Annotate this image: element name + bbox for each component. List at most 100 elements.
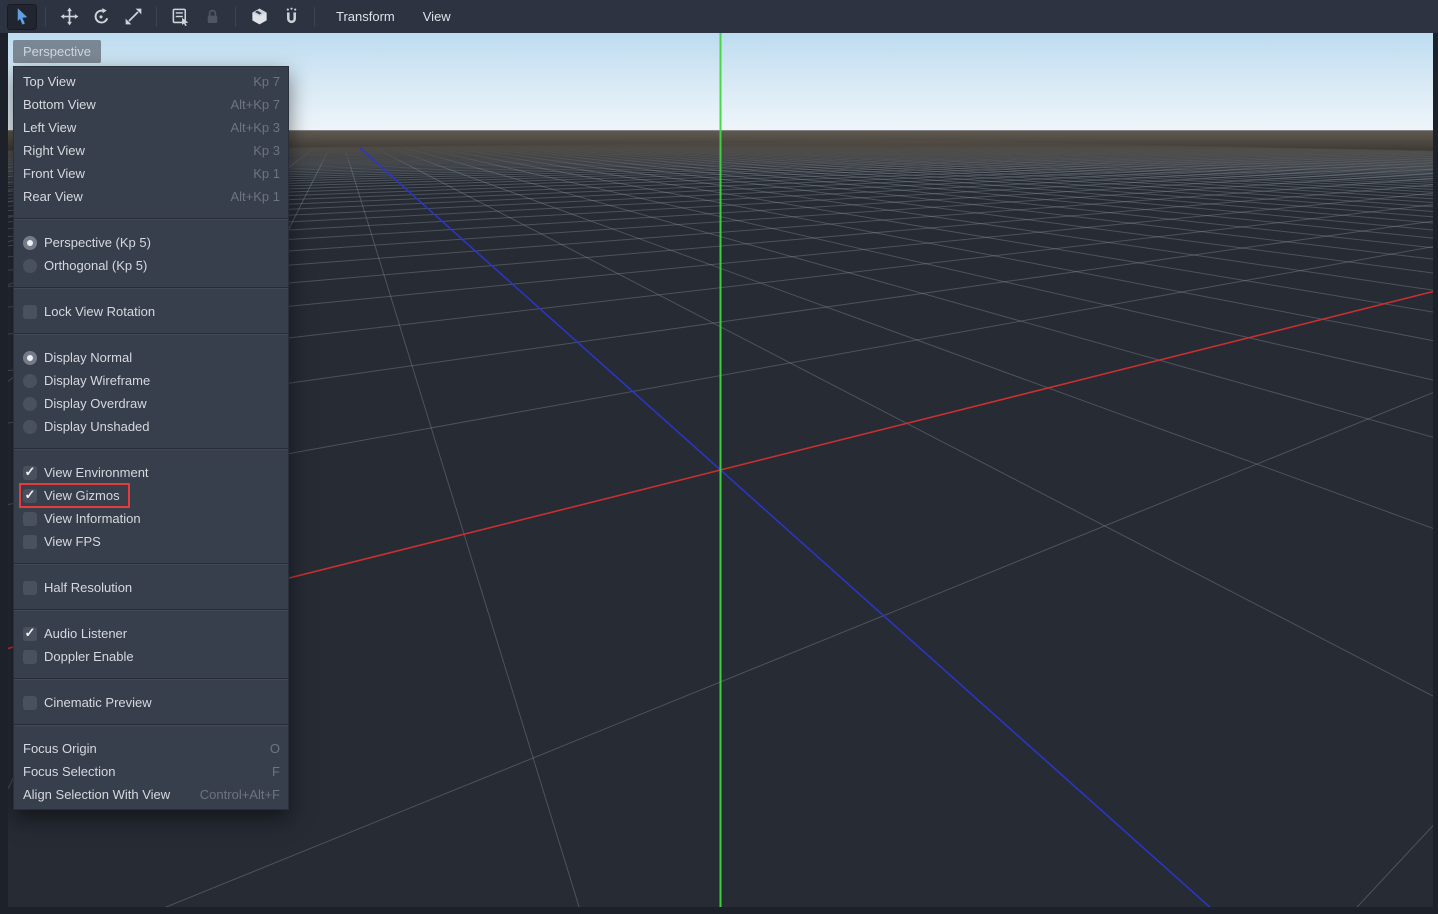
menu-item-label: Left View	[23, 120, 76, 135]
menu-item-shortcut: Control+Alt+F	[190, 787, 280, 802]
checkbox-icon	[23, 305, 37, 319]
checkbox-icon	[23, 489, 37, 503]
radio-icon	[23, 259, 37, 273]
toolbar-separator	[314, 7, 315, 27]
radio-icon	[23, 420, 37, 434]
move-tool-button[interactable]	[54, 4, 84, 30]
menu-item-shortcut: Alt+Kp 1	[220, 189, 280, 204]
menu-item-label: View FPS	[44, 534, 101, 549]
checkbox-icon	[23, 627, 37, 641]
view-mode-button[interactable]: Perspective	[13, 40, 101, 63]
menu-item-shortcut: Alt+Kp 7	[220, 97, 280, 112]
menu-item-cinematic-preview[interactable]: Cinematic Preview	[14, 691, 288, 714]
menu-item-view-gizmos[interactable]: View Gizmos	[14, 484, 288, 507]
menu-separator	[14, 277, 288, 300]
rotate-tool-button[interactable]	[86, 4, 116, 30]
toolbar-separator	[235, 7, 236, 27]
menu-item-label: Top View	[23, 74, 76, 89]
menu-separator	[14, 208, 288, 231]
list-select-tool-button[interactable]	[165, 4, 195, 30]
menu-item-front-view[interactable]: Front View Kp 1	[14, 162, 288, 185]
lock-icon	[203, 7, 222, 26]
menu-item-shortcut: Alt+Kp 3	[220, 120, 280, 135]
menu-separator	[14, 553, 288, 576]
rotate-icon	[92, 7, 111, 26]
menu-item-shortcut: Kp 3	[243, 143, 280, 158]
scale-tool-button[interactable]	[118, 4, 148, 30]
toolbar-separator	[156, 7, 157, 27]
menu-item-orthogonal-kp-5[interactable]: Orthogonal (Kp 5)	[14, 254, 288, 277]
menu-item-label: Audio Listener	[44, 626, 127, 641]
menu-item-shortcut: Kp 1	[243, 166, 280, 181]
lock-selected-button	[197, 4, 227, 30]
menu-item-shortcut: F	[262, 764, 280, 779]
menu-item-label: Right View	[23, 143, 85, 158]
menu-item-label: Lock View Rotation	[44, 304, 155, 319]
menu-item-label: View Environment	[44, 465, 149, 480]
menu-item-display-wireframe[interactable]: Display Wireframe	[14, 369, 288, 392]
menu-item-label: Half Resolution	[44, 580, 132, 595]
view-dropdown-menu: Top View Kp 7 Bottom View Alt+Kp 7 Left View…	[13, 66, 289, 810]
checkbox-icon	[23, 696, 37, 710]
menu-item-view-environment[interactable]: View Environment	[14, 461, 288, 484]
menu-item-label: Rear View	[23, 189, 83, 204]
radio-icon	[23, 351, 37, 365]
menu-item-shortcut: O	[260, 741, 280, 756]
menu-item-display-unshaded[interactable]: Display Unshaded	[14, 415, 288, 438]
menu-item-perspective-kp-5[interactable]: Perspective (Kp 5)	[14, 231, 288, 254]
checkbox-icon	[23, 650, 37, 664]
menu-item-lock-view-rotation[interactable]: Lock View Rotation	[14, 300, 288, 323]
select-tool-button[interactable]	[7, 4, 37, 30]
menu-item-align-selection-with-view[interactable]: Align Selection With View Control+Alt+F	[14, 783, 288, 806]
cursor-icon	[13, 7, 32, 26]
move-icon	[60, 7, 79, 26]
menu-item-label: Front View	[23, 166, 85, 181]
menu-item-rear-view[interactable]: Rear View Alt+Kp 1	[14, 185, 288, 208]
view-menu-button[interactable]: View	[409, 4, 465, 30]
main-toolbar: Transform View	[0, 0, 1438, 33]
menu-item-display-normal[interactable]: Display Normal	[14, 346, 288, 369]
menu-item-right-view[interactable]: Right View Kp 3	[14, 139, 288, 162]
menu-item-left-view[interactable]: Left View Alt+Kp 3	[14, 116, 288, 139]
menu-separator	[14, 668, 288, 691]
viewport-3d[interactable]: Perspective Top View Kp 7 Bottom View Alt+K…	[8, 33, 1433, 907]
menu-item-label: Cinematic Preview	[44, 695, 152, 710]
toolbar-separator	[45, 7, 46, 27]
menu-item-audio-listener[interactable]: Audio Listener	[14, 622, 288, 645]
menu-item-label: Orthogonal (Kp 5)	[44, 258, 147, 273]
menu-separator	[14, 714, 288, 737]
local-space-toggle-button[interactable]	[244, 4, 274, 30]
menu-separator	[14, 438, 288, 461]
checkbox-icon	[23, 535, 37, 549]
menu-item-label: Focus Origin	[23, 741, 97, 756]
menu-item-label: Align Selection With View	[23, 787, 170, 802]
snap-toggle-button[interactable]	[276, 4, 306, 30]
menu-item-label: Display Normal	[44, 350, 132, 365]
menu-item-bottom-view[interactable]: Bottom View Alt+Kp 7	[14, 93, 288, 116]
radio-icon	[23, 397, 37, 411]
menu-separator	[14, 599, 288, 622]
transform-menu-button[interactable]: Transform	[322, 4, 409, 30]
godot-editor-screen: { "toolbar": { "tools": [ {"label": "sel…	[0, 0, 1438, 914]
menu-item-view-fps[interactable]: View FPS	[14, 530, 288, 553]
menu-item-doppler-enable[interactable]: Doppler Enable	[14, 645, 288, 668]
menu-item-display-overdraw[interactable]: Display Overdraw	[14, 392, 288, 415]
radio-icon	[23, 374, 37, 388]
radio-icon	[23, 236, 37, 250]
menu-item-half-resolution[interactable]: Half Resolution	[14, 576, 288, 599]
cube-icon	[250, 7, 269, 26]
menu-item-view-information[interactable]: View Information	[14, 507, 288, 530]
menu-item-label: Bottom View	[23, 97, 96, 112]
menu-item-top-view[interactable]: Top View Kp 7	[14, 70, 288, 93]
menu-item-label: Perspective (Kp 5)	[44, 235, 151, 250]
menu-item-focus-selection[interactable]: Focus Selection F	[14, 760, 288, 783]
menu-item-label: View Gizmos	[44, 488, 120, 503]
menu-item-label: Display Wireframe	[44, 373, 150, 388]
checkbox-icon	[23, 466, 37, 480]
checkbox-icon	[23, 512, 37, 526]
menu-item-focus-origin[interactable]: Focus Origin O	[14, 737, 288, 760]
checkbox-icon	[23, 581, 37, 595]
menu-item-shortcut: Kp 7	[243, 74, 280, 89]
menu-item-label: Focus Selection	[23, 764, 116, 779]
menu-item-label: Display Overdraw	[44, 396, 147, 411]
